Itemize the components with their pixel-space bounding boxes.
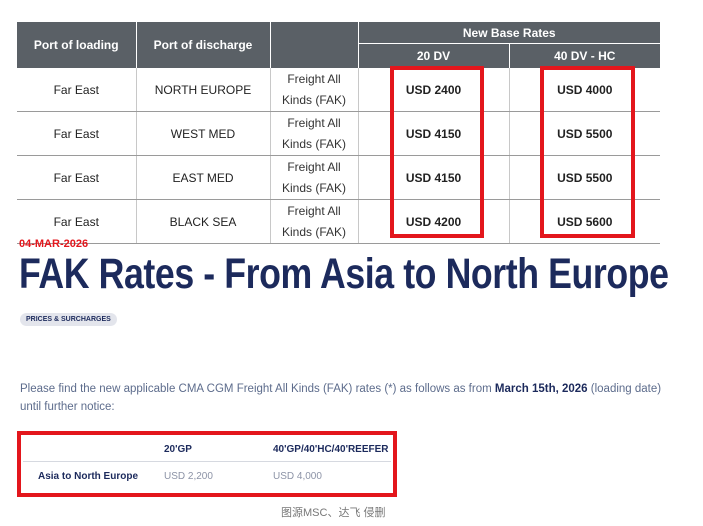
header-40dv-hc: 40 DV - HC bbox=[509, 43, 660, 68]
cell-cargo-type: Freight All Kinds (FAK) bbox=[270, 111, 359, 156]
cell-loading: Far East bbox=[17, 199, 137, 244]
cell-discharge: NORTH EUROPE bbox=[136, 68, 271, 112]
highlight-box-40dv bbox=[540, 66, 635, 238]
article-date: 04-MAR-2026 bbox=[19, 238, 89, 250]
cell-loading: Far East bbox=[17, 111, 137, 156]
header-20dv: 20 DV bbox=[358, 43, 510, 68]
effective-date: March 15th, 2026 bbox=[494, 383, 588, 395]
category-tag[interactable]: PRICES & SURCHARGES bbox=[20, 313, 117, 326]
cell-discharge: BLACK SEA bbox=[136, 199, 271, 244]
cell-loading: Far East bbox=[17, 155, 137, 200]
header-port-of-loading: Port of loading bbox=[17, 22, 137, 68]
cell-cargo-type: Freight All Kinds (FAK) bbox=[270, 199, 359, 244]
header-port-of-discharge: Port of discharge bbox=[136, 22, 271, 68]
intro-paragraph: Please find the new applicable CMA CGM F… bbox=[20, 383, 662, 413]
page-title: FAK Rates - From Asia to North Europe bbox=[19, 250, 669, 298]
cell-cargo-type: Freight All Kinds (FAK) bbox=[270, 68, 359, 112]
highlight-box-20dv bbox=[390, 66, 484, 238]
cell-discharge: WEST MED bbox=[136, 111, 271, 156]
cell-loading: Far East bbox=[17, 68, 137, 112]
highlight-box-lower-table bbox=[17, 431, 397, 497]
image-caption: 图源MSC、达飞 侵删 bbox=[281, 507, 386, 519]
cell-cargo-type: Freight All Kinds (FAK) bbox=[270, 155, 359, 200]
header-new-base-rates: New Base Rates bbox=[358, 22, 660, 44]
cell-discharge: EAST MED bbox=[136, 155, 271, 200]
header-cargo-type bbox=[270, 22, 359, 68]
